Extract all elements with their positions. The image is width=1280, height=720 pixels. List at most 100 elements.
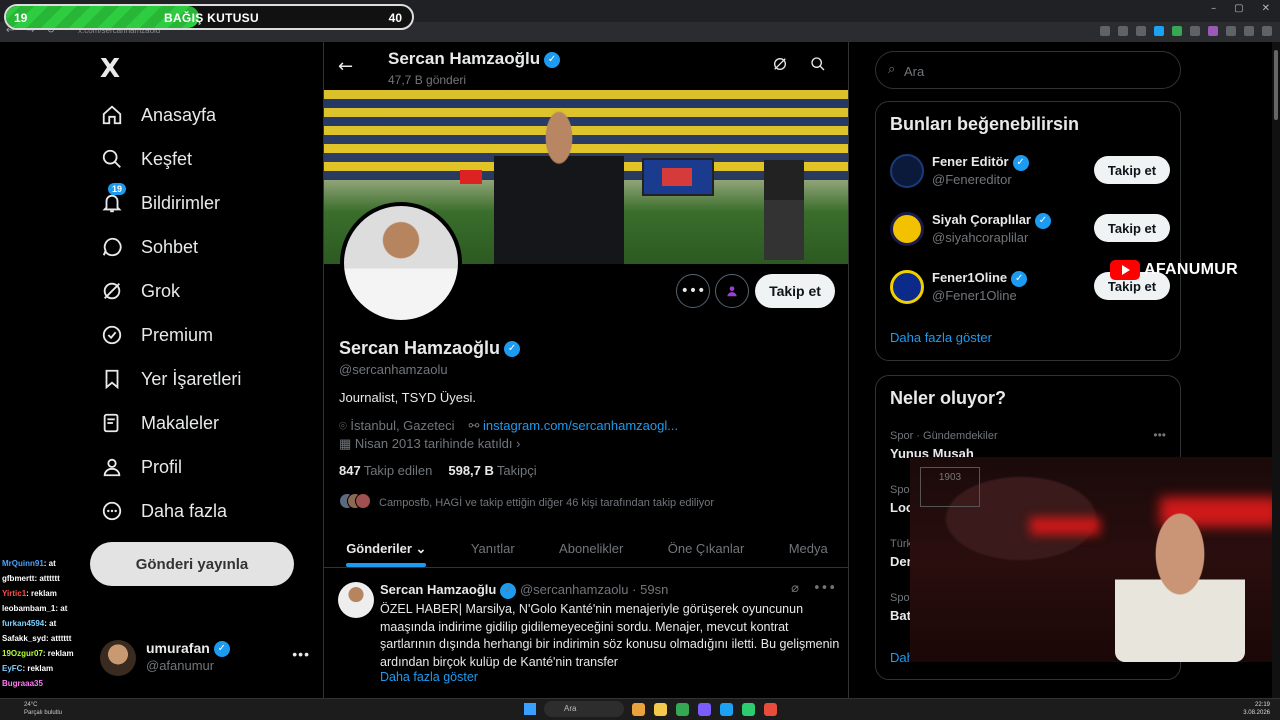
chevron-right-icon: › [512, 436, 521, 451]
verified-icon: ✓ [500, 582, 517, 599]
verified-icon: ✓ [544, 51, 561, 68]
chat-message: Safakk_syd: atttttt [2, 634, 72, 643]
bell-icon: 19 [100, 183, 127, 215]
avatar [890, 212, 924, 246]
avatar[interactable] [338, 582, 374, 618]
extension-icon[interactable] [1172, 26, 1182, 36]
taskbar-apps [632, 703, 777, 716]
channel-name: AFANUMUR [1144, 261, 1238, 278]
search-input[interactable] [904, 61, 1164, 81]
taskbar: 24°C Parçalı bulutlu Ara 22:19 3.08.2026 [0, 698, 1280, 720]
donation-current: 19 [14, 11, 28, 25]
more-icon[interactable]: ••• [1153, 428, 1166, 442]
extension-icon[interactable] [1208, 26, 1218, 36]
page-scrollbar[interactable] [1272, 42, 1280, 698]
more-options-button[interactable]: ••• [676, 274, 710, 308]
app-icon[interactable] [764, 703, 777, 716]
suggestion-name: Siyah Çoraplılar ✓ [932, 212, 1051, 229]
profile-tabs: Gönderiler ⌄ Yanıtlar Abonelikler Öne Çı… [324, 528, 848, 568]
suggestion-item[interactable]: Fener Editör ✓ @Fenereditor Takip et [890, 152, 1170, 192]
tab-media[interactable]: Medya [789, 528, 828, 567]
sidebar-item-home[interactable]: Anasayfa [100, 100, 216, 130]
extension-icon[interactable] [1226, 26, 1236, 36]
profile-link[interactable]: ⚯ instagram.com/sercanhamzaogl... [468, 418, 678, 434]
extension-icon[interactable] [1154, 26, 1164, 36]
taskbar-search[interactable]: Ara [544, 701, 624, 717]
search-icon[interactable] [810, 56, 826, 76]
tab-highlights[interactable]: Öne Çıkanlar [668, 528, 745, 567]
sidebar-item-articles[interactable]: Makaleler [100, 408, 219, 438]
youtube-brand: AFANUMUR [1110, 260, 1238, 280]
sidebar-item-explore[interactable]: Keşfet [100, 144, 192, 174]
maximize-button[interactable]: ▢ [1234, 3, 1243, 14]
window-controls: – ▢ ✕ [1211, 3, 1270, 14]
account-handle: @afanumur [146, 658, 215, 673]
profile-icon[interactable] [1244, 26, 1254, 36]
article-icon [100, 411, 124, 435]
windows-start-icon[interactable] [524, 703, 536, 715]
sidebar-item-more[interactable]: Daha fazla [100, 496, 227, 526]
subscribe-icon[interactable] [715, 274, 749, 308]
profile-handle: @sercanhamzaolu [339, 362, 448, 377]
profile-meta: ⌾ İstanbul, Gazeteci ⚯ instagram.com/ser… [339, 418, 678, 434]
extension-icon[interactable] [1190, 26, 1200, 36]
person-icon [100, 455, 124, 479]
show-more-link[interactable]: Daha fazla göster [890, 330, 992, 345]
zoom-icon[interactable] [1100, 26, 1110, 36]
sidebar-item-label: Makaleler [141, 412, 220, 433]
star-icon[interactable] [1136, 26, 1146, 36]
avatar [890, 154, 924, 188]
search-box[interactable]: ⌕ [875, 51, 1181, 89]
x-logo[interactable]: X [100, 54, 120, 84]
stadium-screen [642, 158, 714, 196]
post-count: 47,7 B gönderi [388, 73, 467, 87]
tab-posts[interactable]: Gönderiler ⌄ [346, 528, 427, 567]
profile-bio: Journalist, TSYD Üyesi. [339, 390, 477, 405]
app-icon[interactable] [698, 703, 711, 716]
tab-subscriptions[interactable]: Abonelikler [559, 528, 623, 567]
mutual-followers[interactable]: Camposfb, HAGİ ve takip ettiğin diğer 46… [339, 493, 714, 512]
sidebar-item-profile[interactable]: Profil [100, 452, 182, 482]
folder-icon[interactable] [654, 703, 667, 716]
app-icon[interactable] [742, 703, 755, 716]
follow-button[interactable]: Takip et [755, 274, 835, 308]
back-arrow-icon[interactable]: ← [338, 56, 353, 77]
sidebar-item-chat[interactable]: Sohbet [100, 232, 198, 262]
profile-topbar: ← Sercan Hamzaoğlu ✓ 47,7 B gönderi [324, 42, 848, 90]
tab-replies[interactable]: Yanıtlar [471, 528, 515, 567]
menu-icon[interactable] [1262, 26, 1272, 36]
followers-link[interactable]: 598,7 B Takipçi [448, 463, 536, 478]
chat-message: Bugraaa35 [2, 679, 43, 688]
close-button[interactable]: ✕ [1262, 3, 1270, 14]
verified-icon: ✓ [504, 341, 521, 358]
suggestion-item[interactable]: Siyah Çoraplılar ✓ @siyahcoraplilar Takip… [890, 210, 1170, 250]
show-more-link[interactable]: Daha fazla göster [380, 670, 478, 684]
grok-icon[interactable]: ⌀ [791, 581, 799, 596]
sidebar-item-grok[interactable]: Grok [100, 276, 180, 306]
chat-message: MrQuinn91: at [2, 559, 56, 568]
system-tray[interactable]: 22:19 3.08.2026 [1243, 701, 1270, 717]
sidebar-item-bookmarks[interactable]: Yer İşaretleri [100, 364, 241, 394]
follow-button[interactable]: Takip et [1094, 156, 1170, 184]
chrome-icon[interactable] [676, 703, 689, 716]
post-button[interactable]: Gönderi yayınla [90, 542, 294, 586]
following-link[interactable]: 847 Takip edilen [339, 463, 432, 478]
weather-widget[interactable]: 24°C Parçalı bulutlu [24, 701, 62, 717]
widgets-icon[interactable] [632, 703, 645, 716]
sidebar-item-premium[interactable]: Premium [100, 320, 213, 350]
tweet[interactable]: Sercan Hamzaoğlu ✓ @sercanhamzaolu · 59sn… [324, 570, 848, 698]
cast-icon[interactable] [1118, 26, 1128, 36]
grok-icon[interactable] [772, 56, 788, 76]
minimize-button[interactable]: – [1211, 3, 1216, 14]
follow-button[interactable]: Takip et [1094, 214, 1170, 242]
trend-category: Spor · Gündemdekiler [890, 430, 998, 442]
scrollbar-thumb[interactable] [1274, 50, 1278, 120]
edge-icon[interactable] [720, 703, 733, 716]
clock-time: 22:19 [1254, 702, 1270, 708]
sidebar-item-notifications[interactable]: 19 Bildirimler [100, 183, 220, 218]
profile-avatar[interactable] [340, 202, 462, 324]
more-icon[interactable]: ••• [813, 581, 836, 596]
account-switcher[interactable]: umurafan ✓ @afanumur ••• [100, 638, 310, 678]
sidebar-item-label: Yer İşaretleri [141, 368, 242, 389]
more-icon[interactable]: ••• [292, 646, 310, 662]
